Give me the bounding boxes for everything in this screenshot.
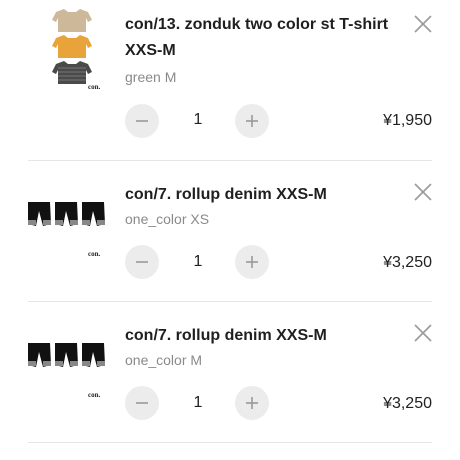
cart-list: con. con/13. zonduk two color st T-shirt… (0, 0, 460, 460)
product-image[interactable]: con. (26, 339, 108, 403)
increase-quantity-button[interactable] (235, 386, 269, 420)
quantity-value: 1 (193, 394, 203, 411)
quantity-value: 1 (193, 253, 203, 270)
product-variant: one_color XS (125, 211, 210, 227)
product-image[interactable]: con. (26, 198, 108, 262)
plus-icon (246, 115, 258, 127)
minus-icon (136, 120, 148, 122)
product-title[interactable]: con/7. rollup denim XXS-M (125, 323, 395, 349)
svg-text:con.: con. (88, 250, 101, 258)
divider (28, 301, 432, 302)
close-icon (414, 15, 432, 33)
remove-item-button[interactable] (412, 322, 434, 344)
minus-icon (136, 402, 148, 404)
product-variant: green M (125, 69, 177, 85)
decrease-quantity-button[interactable] (125, 245, 159, 279)
product-variant: one_color M (125, 352, 203, 368)
divider (28, 160, 432, 161)
close-icon (414, 324, 432, 342)
increase-quantity-button[interactable] (235, 245, 269, 279)
product-title[interactable]: con/7. rollup denim XXS-M (125, 182, 395, 208)
plus-icon (246, 256, 258, 268)
product-title[interactable]: con/13. zonduk two color st T-shirt XXS-… (125, 12, 395, 64)
decrease-quantity-button[interactable] (125, 386, 159, 420)
item-price: ¥3,250 (383, 395, 432, 412)
minus-icon (136, 261, 148, 263)
remove-item-button[interactable] (412, 13, 434, 35)
decrease-quantity-button[interactable] (125, 104, 159, 138)
remove-item-button[interactable] (412, 181, 434, 203)
close-icon (414, 183, 432, 201)
item-price: ¥1,950 (383, 112, 432, 129)
increase-quantity-button[interactable] (235, 104, 269, 138)
svg-text:con.: con. (88, 391, 101, 399)
plus-icon (246, 397, 258, 409)
quantity-value: 1 (193, 111, 203, 128)
product-image[interactable]: con. (42, 6, 102, 90)
item-price: ¥3,250 (383, 254, 432, 271)
divider (28, 442, 432, 443)
svg-text:con.: con. (88, 83, 101, 90)
